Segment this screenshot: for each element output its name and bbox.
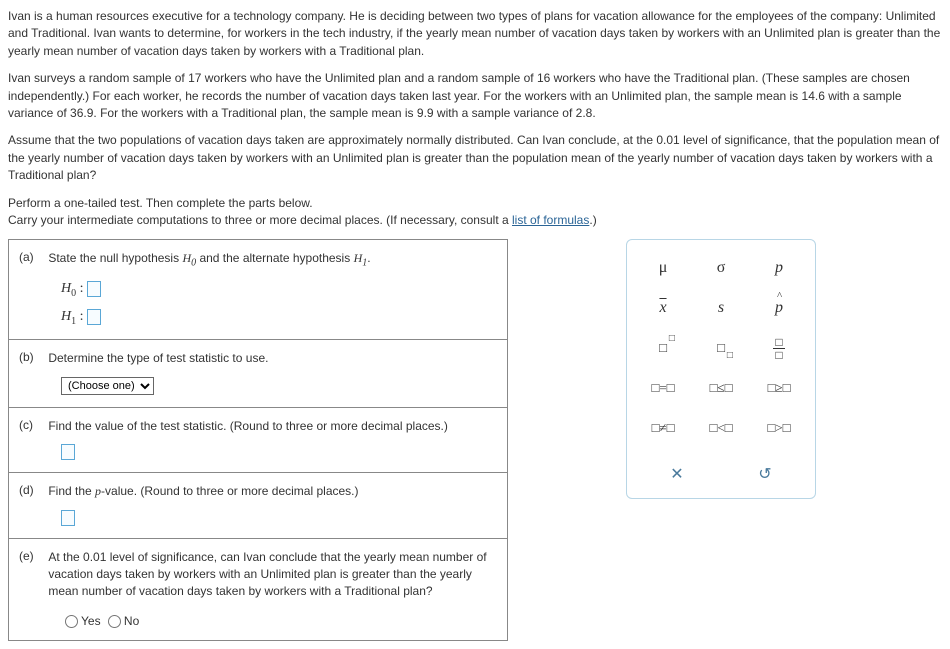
part-d: (d) Find the p-value. (Round to three or… [9, 473, 507, 539]
reset-icon: ↺ [758, 464, 771, 484]
palette-sigma[interactable]: σ [694, 250, 748, 286]
palette-lt[interactable]: □<□ [694, 410, 748, 446]
palette-le[interactable]: □≤□ [694, 370, 748, 406]
part-a-text: State the null hypothesis H0 and the alt… [48, 250, 488, 270]
part-d-label: (d) [19, 483, 45, 497]
palette-mu[interactable]: μ [636, 250, 690, 286]
radio-yes-label: Yes [81, 614, 101, 628]
part-e: (e) At the 0.01 level of significance, c… [9, 539, 507, 640]
part-c: (c) Find the value of the test statistic… [9, 408, 507, 474]
intro-paragraph-3: Assume that the two populations of vacat… [8, 132, 942, 184]
h0-input[interactable] [87, 281, 101, 297]
intro-paragraph-2: Ivan surveys a random sample of 17 worke… [8, 70, 942, 122]
palette-box-super[interactable]: □□ [636, 330, 690, 366]
palette-ge[interactable]: □≥□ [752, 370, 806, 406]
part-e-label: (e) [19, 549, 45, 563]
question-panel: (a) State the null hypothesis H0 and the… [8, 239, 508, 641]
p-value-input[interactable] [61, 510, 75, 526]
part-b-text: Determine the type of test statistic to … [48, 350, 488, 367]
palette-xbar[interactable]: x [636, 290, 690, 326]
palette-gt[interactable]: □>□ [752, 410, 806, 446]
part-b-label: (b) [19, 350, 45, 364]
part-e-text: At the 0.01 level of significance, can I… [48, 549, 488, 599]
palette-p[interactable]: p [752, 250, 806, 286]
palette-fraction[interactable]: □□ [752, 330, 806, 366]
radio-no-label: No [124, 614, 139, 628]
symbol-palette: μ σ p x s p □□ □□ □□ □=□ □≤□ □≥□ □≠□ □<□… [626, 239, 816, 499]
formulas-link[interactable]: list of formulas [512, 213, 589, 227]
part-d-text: Find the p-value. (Round to three or mor… [48, 483, 488, 500]
palette-s[interactable]: s [694, 290, 748, 326]
intro-paragraph-1: Ivan is a human resources executive for … [8, 8, 942, 60]
part-b: (b) Determine the type of test statistic… [9, 340, 507, 408]
palette-phat[interactable]: p [752, 290, 806, 326]
h1-input[interactable] [87, 309, 101, 325]
radio-yes[interactable] [65, 615, 78, 628]
h1-row: H1 : [61, 309, 497, 327]
h0-row: H0 : [61, 281, 497, 299]
palette-box-sub[interactable]: □□ [694, 330, 748, 366]
close-icon: ✕ [670, 464, 683, 484]
palette-reset-button[interactable]: ↺ [735, 458, 795, 490]
part-c-label: (c) [19, 418, 45, 432]
palette-ne[interactable]: □≠□ [636, 410, 690, 446]
part-a-label: (a) [19, 250, 45, 264]
radio-no[interactable] [108, 615, 121, 628]
part-a: (a) State the null hypothesis H0 and the… [9, 240, 507, 339]
test-statistic-input[interactable] [61, 444, 75, 460]
part-c-text: Find the value of the test statistic. (R… [48, 418, 488, 435]
palette-close-button[interactable]: ✕ [647, 458, 707, 490]
test-statistic-select[interactable]: (Choose one) [61, 377, 154, 395]
intro-paragraph-4: Perform a one-tailed test. Then complete… [8, 195, 942, 230]
palette-eq[interactable]: □=□ [636, 370, 690, 406]
